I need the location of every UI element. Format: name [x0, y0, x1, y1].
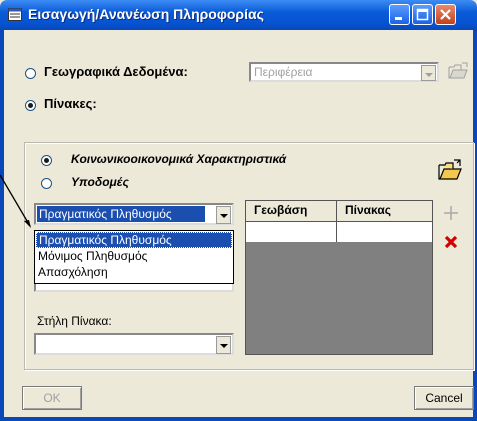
close-window-button[interactable]: [435, 4, 456, 25]
window-frame-bottom: [0, 417, 477, 421]
close-icon: [440, 9, 451, 20]
dropdown-item[interactable]: Μόνιμος Πληθυσμός: [36, 249, 147, 265]
title-bar[interactable]: Εισαγωγή/Ανανέωση Πληροφορίας: [0, 0, 477, 30]
hidden-field-edge: [34, 284, 234, 292]
grid-header-geobase[interactable]: Γεωβάση: [254, 203, 307, 217]
socioeconomic-radio[interactable]: [41, 155, 52, 166]
socioeconomic-label: Κοινωνικοοικονομικά Χαρακτηριστικά: [71, 152, 287, 166]
ok-button[interactable]: OK: [22, 386, 82, 410]
maximize-icon: [416, 8, 429, 21]
dialog-window: Εισαγωγή/Ανανέωση Πληροφορίας Γεωγραφικά…: [0, 0, 477, 421]
minimize-icon: [395, 17, 402, 20]
geo-data-combo[interactable]: Περιφέρεια: [249, 62, 439, 82]
table-select-combo[interactable]: Πραγματικός Πληθυσμός: [34, 203, 234, 225]
infrastructure-label: Υποδομές: [71, 175, 129, 189]
window-title: Εισαγωγή/Ανανέωση Πληροφορίας: [28, 6, 264, 22]
dropdown-item[interactable]: Πραγματικός Πληθυσμός: [36, 232, 232, 248]
grid-header-row: Γεωβάση Πίνακας: [246, 201, 432, 222]
grid-empty-row[interactable]: [246, 222, 432, 242]
tables-grid[interactable]: Γεωβάση Πίνακας: [245, 200, 433, 355]
geo-data-value: Περιφέρεια: [254, 65, 313, 79]
maximize-button[interactable]: [412, 4, 433, 25]
geo-data-radio[interactable]: [25, 68, 36, 79]
open-folder-icon[interactable]: [437, 158, 463, 182]
chevron-down-icon[interactable]: [216, 336, 231, 354]
grid-column-divider: [336, 201, 337, 242]
column-select-combo[interactable]: [34, 333, 234, 355]
open-folder-icon-disabled[interactable]: [447, 61, 469, 81]
chevron-down-icon[interactable]: [421, 65, 436, 81]
minimize-button[interactable]: [389, 4, 410, 25]
tables-radio[interactable]: [25, 100, 36, 111]
dropdown-item[interactable]: Απασχόληση: [36, 265, 108, 281]
app-icon: [8, 8, 22, 21]
geo-data-label: Γεωγραφικά Δεδομένα:: [44, 64, 188, 79]
column-label: Στήλη Πίνακα:: [37, 314, 112, 328]
add-icon-disabled[interactable]: [441, 203, 461, 223]
infrastructure-radio[interactable]: [41, 178, 52, 189]
grid-header-table[interactable]: Πίνακας: [345, 203, 391, 217]
tables-label: Πίνακες:: [44, 96, 97, 111]
cancel-button[interactable]: Cancel: [414, 386, 474, 410]
chevron-down-icon[interactable]: [216, 206, 231, 224]
table-select-value: Πραγματικός Πληθυσμός: [39, 207, 172, 221]
table-select-dropdown[interactable]: Πραγματικός Πληθυσμός Μόνιμος Πληθυσμός …: [34, 230, 234, 284]
window-frame-left: [0, 30, 4, 421]
delete-icon[interactable]: [441, 232, 461, 252]
